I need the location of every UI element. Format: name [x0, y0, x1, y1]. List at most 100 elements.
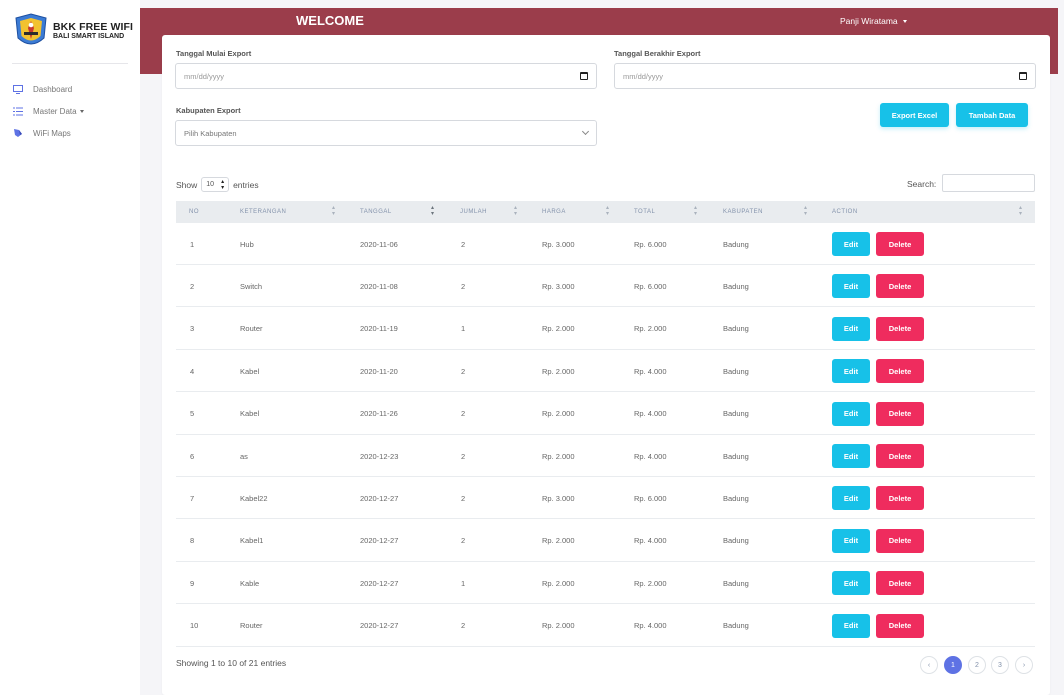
search-input[interactable]: [942, 174, 1035, 192]
sidebar-item-master-data[interactable]: Master Data: [12, 100, 84, 122]
row-no: 8: [190, 536, 195, 546]
row-tanggal: 2020-12-23: [360, 451, 399, 461]
sort-icon: ▴ ▾: [804, 205, 808, 217]
edit-button[interactable]: Edit: [832, 613, 870, 638]
sort-icon: ▴ ▾: [606, 205, 610, 217]
row-tanggal: 2020-12-27: [360, 536, 399, 546]
page-length-select[interactable]: 10 ▴ ▾: [201, 177, 230, 192]
brand-logo[interactable]: BKK FREE WIFI BALI SMART ISLAND: [12, 12, 133, 50]
delete-button[interactable]: Delete: [876, 528, 924, 553]
row-jumlah: 2: [461, 409, 466, 419]
row-kabupaten: Badung: [723, 536, 749, 546]
sidebar-item-label: Master Data: [33, 106, 77, 116]
row-jumlah: 2: [461, 366, 466, 376]
delete-button[interactable]: Delete: [876, 359, 924, 384]
edit-button[interactable]: Edit: [832, 444, 870, 468]
edit-button[interactable]: Edit: [832, 528, 870, 553]
user-menu[interactable]: Panji Wiratama: [840, 16, 908, 26]
list-icon: [12, 106, 23, 117]
delete-button[interactable]: Delete: [876, 486, 924, 511]
page-title: WELCOME: [296, 13, 364, 28]
table-header: NO KETERANGAN ▴ ▾ TANGGAL ▴ ▾ JUMLAH ▴ ▾ HA…: [176, 201, 1035, 223]
sidebar-item-dashboard[interactable]: Dashboard: [12, 78, 84, 100]
pagination-page-3[interactable]: 3: [991, 656, 1009, 674]
edit-button[interactable]: Edit: [832, 274, 870, 299]
pagination-page-2[interactable]: 2: [968, 656, 986, 674]
calendar-icon[interactable]: [1019, 72, 1027, 80]
delete-button[interactable]: Delete: [876, 274, 924, 299]
row-keterangan: Router: [240, 324, 263, 334]
row-keterangan: Switch: [240, 281, 263, 291]
column-header-no[interactable]: NO: [189, 201, 199, 223]
entries-label: entries: [233, 179, 259, 190]
edit-button[interactable]: Edit: [832, 571, 870, 596]
row-tanggal: 2020-11-26: [360, 409, 398, 419]
column-header-jumlah[interactable]: JUMLAH: [460, 201, 487, 223]
user-name: Panji Wiratama: [840, 16, 898, 26]
row-total: Rp. 2.000: [634, 578, 667, 588]
row-no: 10: [190, 621, 199, 631]
row-kabupaten: Badung: [723, 366, 749, 376]
start-date-label: Tanggal Mulai Export: [176, 49, 252, 58]
sidebar-item-wifi-maps[interactable]: WiFi Maps: [12, 122, 84, 144]
row-total: Rp. 6.000: [634, 493, 667, 503]
row-harga: Rp. 2.000: [542, 621, 575, 631]
start-date-placeholder: mm/dd/yyyy: [184, 71, 225, 81]
delete-button[interactable]: Delete: [876, 571, 924, 596]
edit-button[interactable]: Edit: [832, 232, 870, 256]
table-row: 6 as 2020-12-23 2 Rp. 2.000 Rp. 4.000 Badung Ed…: [176, 435, 1035, 477]
start-date-input[interactable]: mm/dd/yyyy: [175, 63, 597, 89]
column-header-keterangan[interactable]: KETERANGAN: [240, 201, 286, 223]
table-row: 2 Switch 2020-11-08 2 Rp. 3.000 Rp. 6.000 Badu…: [176, 265, 1035, 308]
table-row: 9 Kable 2020-12-27 1 Rp. 2.000 Rp. 2.000 Badun…: [176, 562, 1035, 605]
sidebar-item-label: Dashboard: [33, 84, 73, 94]
sort-icon: ▴ ▾: [514, 205, 518, 217]
row-total: Rp. 4.000: [634, 621, 667, 631]
row-keterangan: Kabel: [240, 409, 260, 419]
edit-button[interactable]: Edit: [832, 316, 870, 341]
row-harga: Rp. 2.000: [542, 536, 575, 546]
delete-button[interactable]: Delete: [876, 232, 924, 256]
row-kabupaten: Badung: [723, 281, 749, 291]
delete-button[interactable]: Delete: [876, 316, 924, 341]
row-tanggal: 2020-12-27: [360, 621, 399, 631]
search-label: Search:: [907, 179, 937, 189]
monitor-icon: [12, 84, 23, 95]
row-total: Rp. 4.000: [634, 536, 667, 546]
row-no: 7: [190, 493, 195, 503]
row-keterangan: Kabel22: [240, 493, 268, 503]
delete-button[interactable]: Delete: [876, 613, 924, 638]
export-excel-button[interactable]: Export Excel: [880, 103, 949, 127]
row-no: 9: [190, 578, 195, 588]
pagination-page-1[interactable]: 1: [944, 656, 962, 674]
row-kabupaten: Badung: [723, 621, 749, 631]
pagination-previous[interactable]: ‹: [920, 656, 938, 674]
edit-button[interactable]: Edit: [832, 359, 870, 384]
end-date-label: Tanggal Berakhir Export: [614, 49, 701, 58]
row-harga: Rp. 2.000: [542, 578, 575, 588]
column-header-total[interactable]: TOTAL: [634, 201, 655, 223]
end-date-input[interactable]: mm/dd/yyyy: [614, 63, 1036, 89]
edit-button[interactable]: Edit: [832, 486, 870, 511]
add-data-button[interactable]: Tambah Data: [956, 103, 1028, 127]
column-header-kabupaten[interactable]: KABUPATEN: [723, 201, 763, 223]
row-kabupaten: Badung: [723, 409, 749, 419]
chevron-down-icon: [581, 127, 590, 136]
column-header-harga[interactable]: HARGA: [542, 201, 566, 223]
pagination-next[interactable]: ›: [1015, 656, 1033, 674]
row-no: 2: [190, 281, 195, 291]
brand-title: BKK FREE WIFI: [53, 20, 134, 33]
row-total: Rp. 2.000: [634, 324, 667, 334]
table-info: Showing 1 to 10 of 21 entries: [176, 658, 287, 668]
column-header-tanggal[interactable]: TANGGAL: [360, 201, 392, 223]
row-total: Rp. 4.000: [634, 366, 667, 376]
edit-button[interactable]: Edit: [832, 401, 870, 426]
row-jumlah: 1: [461, 324, 466, 334]
column-header-action[interactable]: ACTION: [832, 201, 858, 223]
calendar-icon[interactable]: [580, 72, 588, 80]
delete-button[interactable]: Delete: [876, 444, 924, 468]
sort-icon: ▴ ▾: [694, 205, 698, 217]
delete-button[interactable]: Delete: [876, 401, 924, 426]
kabupaten-select[interactable]: Pilih Kabupaten: [175, 120, 597, 146]
bali-emblem-icon: [12, 12, 50, 50]
